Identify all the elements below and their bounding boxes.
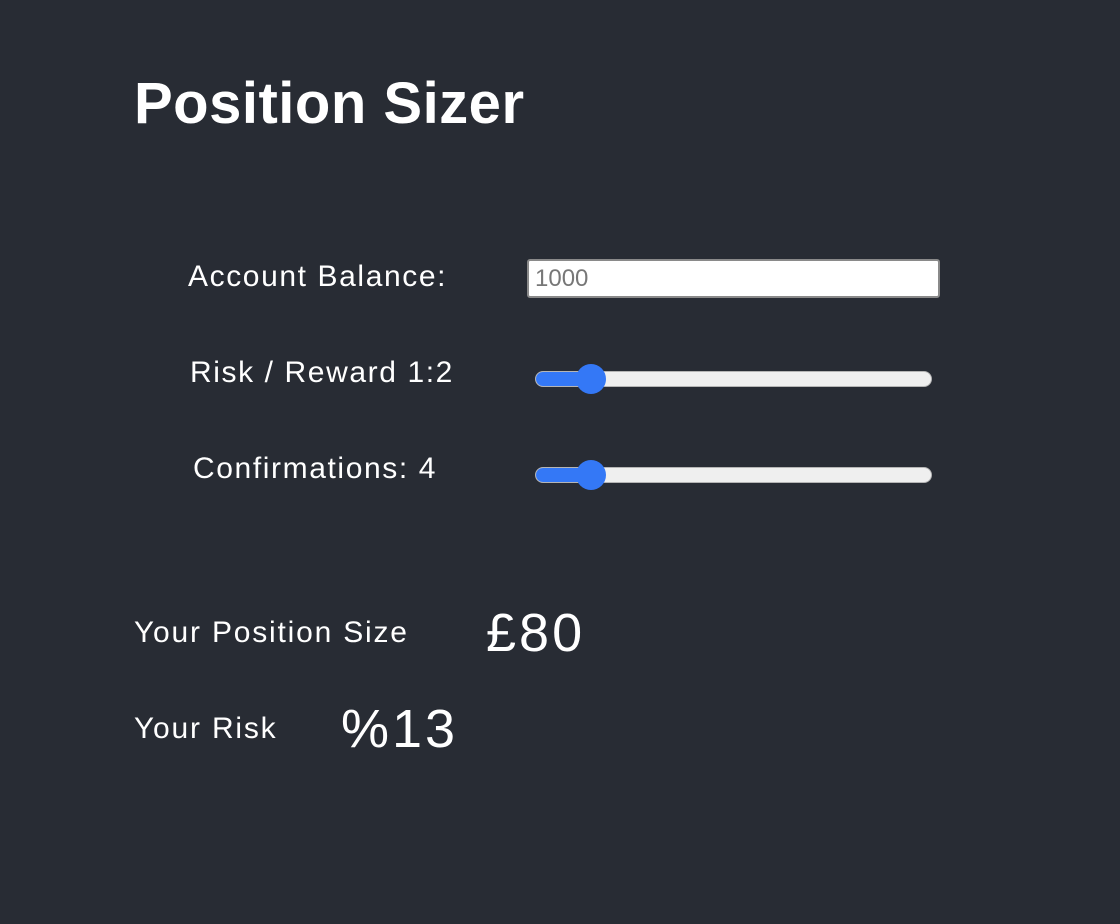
risk-value: %13 <box>341 699 459 759</box>
slider-thumb[interactable] <box>576 460 606 490</box>
account-balance-label: Account Balance: <box>188 260 448 293</box>
page-title: Position Sizer <box>134 71 525 136</box>
risk-label: Your Risk <box>134 712 278 745</box>
position-sizer-app: Position Sizer Account Balance: Risk / R… <box>0 0 1120 924</box>
account-balance-input[interactable] <box>527 259 940 298</box>
confirmations-slider[interactable] <box>535 460 932 490</box>
risk-reward-slider[interactable] <box>535 364 932 394</box>
confirmations-label: Confirmations: 4 <box>193 452 438 485</box>
position-size-label: Your Position Size <box>134 616 409 649</box>
position-size-value: £80 <box>486 603 586 663</box>
slider-thumb[interactable] <box>576 364 606 394</box>
risk-reward-label: Risk / Reward 1:2 <box>190 356 454 389</box>
